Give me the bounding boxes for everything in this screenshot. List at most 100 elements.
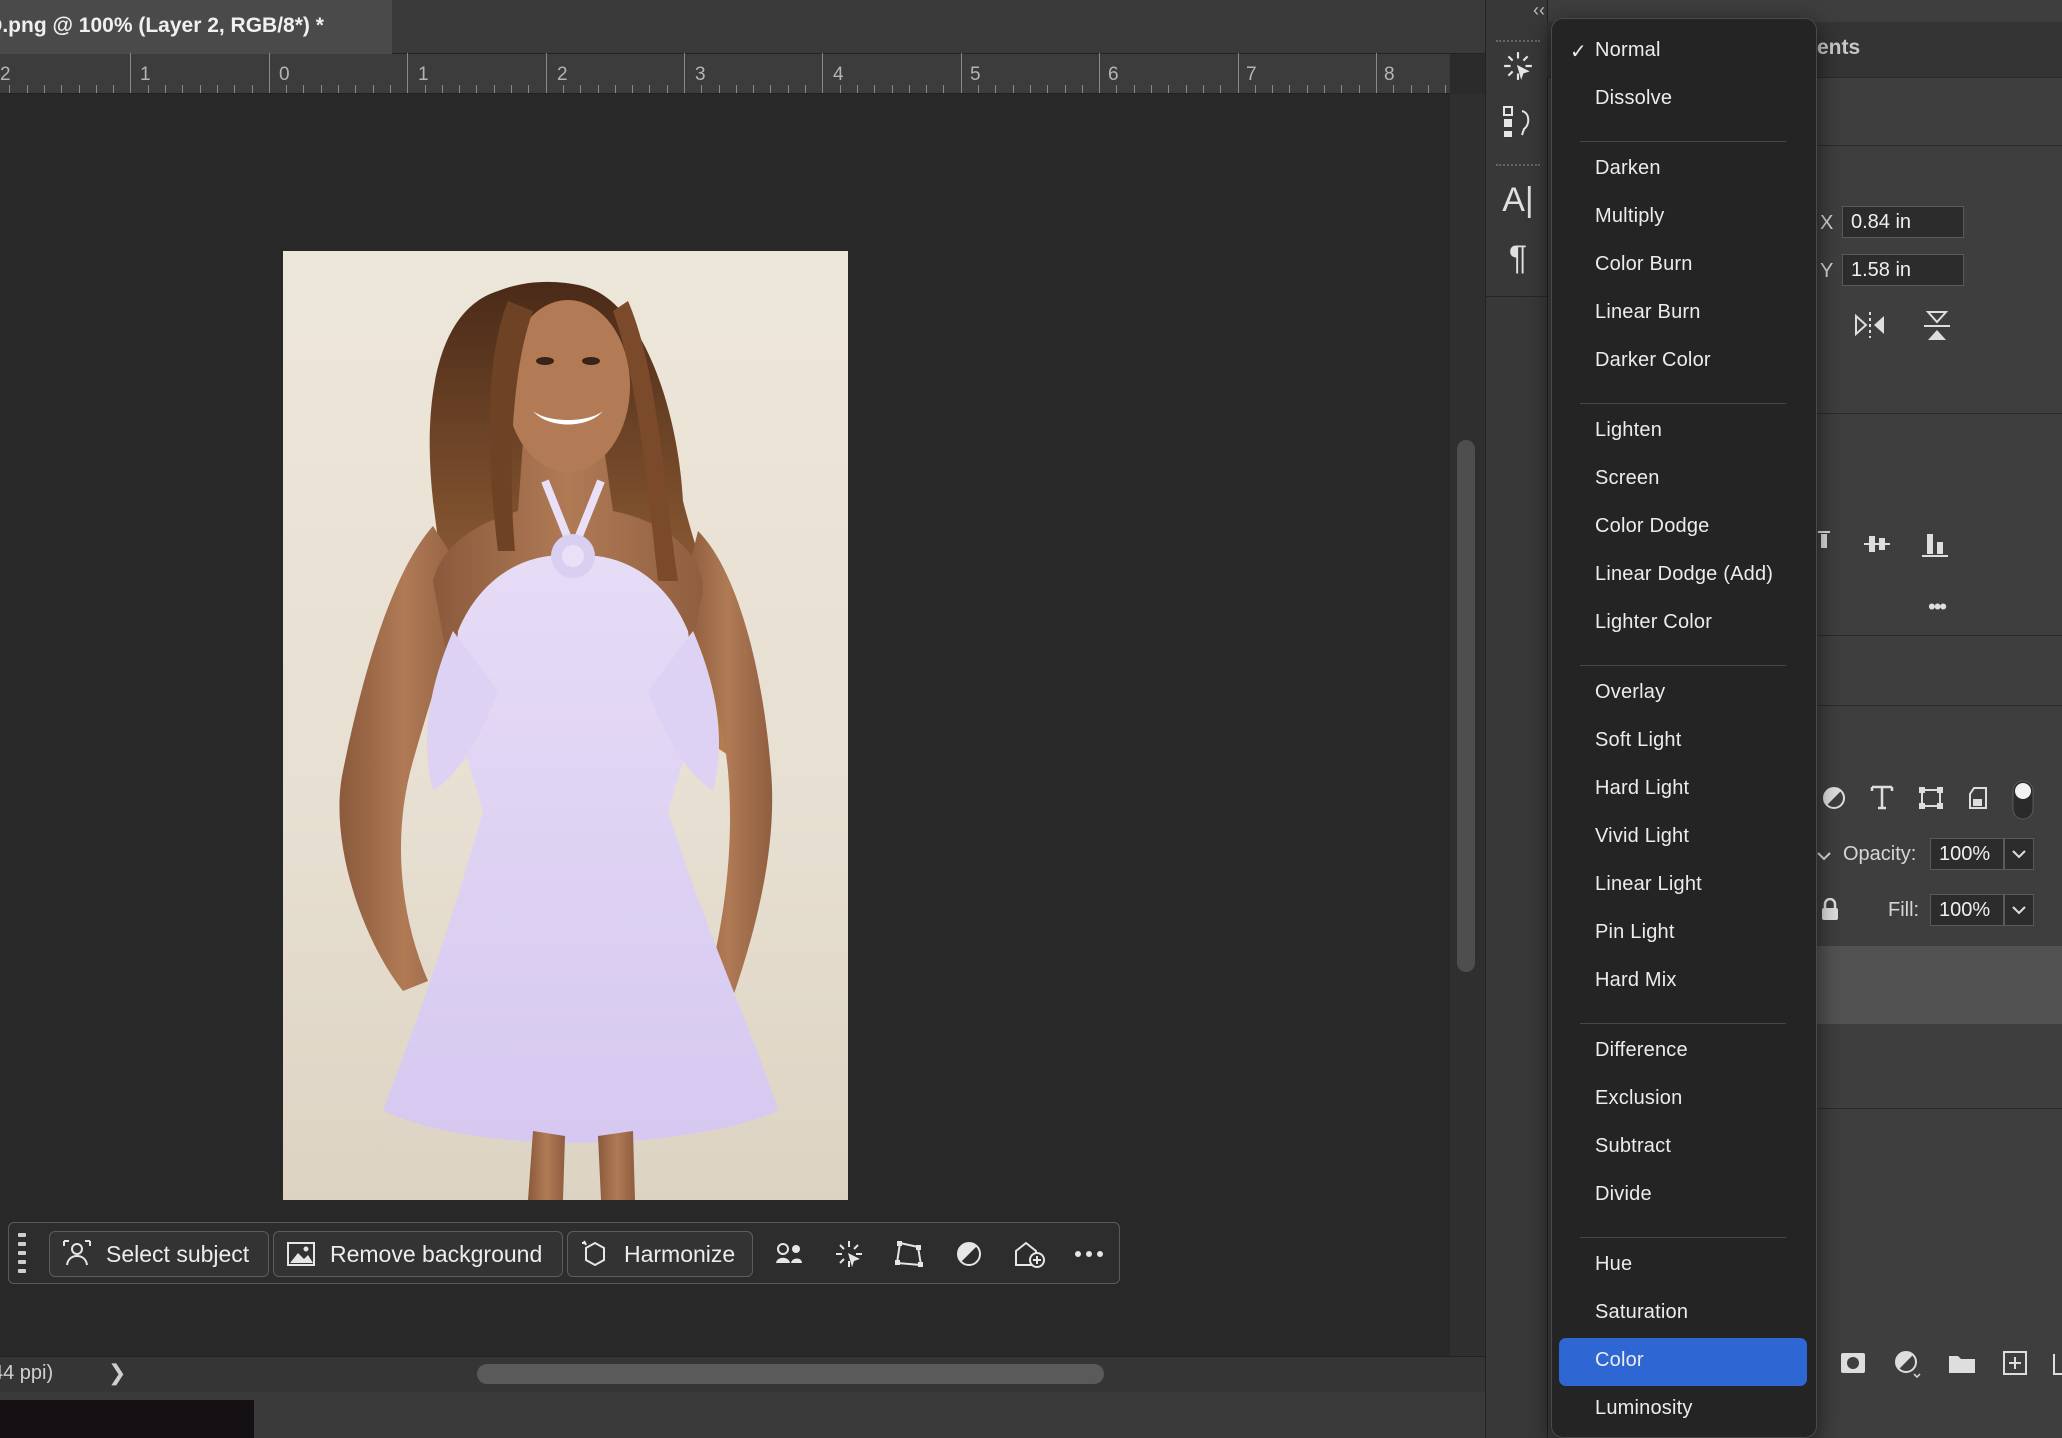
select-subject-button[interactable]: Select subject [49,1231,269,1277]
ruler-tick [892,85,893,93]
more-options-icon[interactable]: ••• [1928,594,1947,620]
new-layer-icon[interactable] [2002,1350,2028,1383]
filter-smart-object-icon[interactable] [1968,786,1990,817]
opacity-dropdown[interactable] [2004,838,2034,870]
sparkle-select-icon[interactable] [1500,48,1536,84]
ruler-tick [407,53,408,93]
collapse-panels-button[interactable]: ‹‹ [1533,0,1545,21]
ruler-tick [926,85,927,93]
blend-mode-pin-light[interactable]: Pin Light [1595,921,1675,944]
blend-mode-linear-light[interactable]: Linear Light [1595,873,1702,896]
character-icon[interactable]: A| [1500,181,1536,219]
history-icon[interactable] [1500,104,1536,140]
blend-mode-linear-dodge-add[interactable]: Linear Dodge (Add) [1595,563,1773,586]
ruler-tick [494,85,495,93]
ruler-tick [148,85,149,93]
ruler-tick [546,53,547,93]
blend-mode-subtract[interactable]: Subtract [1595,1135,1671,1158]
align-top-icon[interactable] [1818,530,1830,565]
adjustments-tab[interactable]: ents [1817,36,1860,60]
ruler-tick [9,85,10,93]
flip-vertical-icon[interactable] [1922,308,1952,351]
align-bottom-icon[interactable] [1920,530,1950,565]
ruler-tick [580,85,581,93]
vertical-scrollbar-thumb[interactable] [1457,440,1475,972]
opacity-field[interactable]: 100% [1930,838,2004,870]
panel-divider [1815,705,2062,706]
ruler-tick [667,85,668,93]
blend-mode-lighten[interactable]: Lighten [1595,419,1662,442]
new-group-icon[interactable] [1948,1352,1976,1381]
blend-mode-overlay[interactable]: Overlay [1595,681,1665,704]
blend-mode-hard-mix[interactable]: Hard Mix [1595,969,1677,992]
status-expand-arrow[interactable]: ❯ [108,1360,126,1386]
blend-mode-color[interactable]: Color [1595,1349,1644,1372]
harmonize-button[interactable]: Harmonize [567,1231,753,1277]
blend-mode-linear-burn[interactable]: Linear Burn [1595,301,1701,324]
blend-mode-dissolve[interactable]: Dissolve [1595,87,1672,110]
fill-dropdown[interactable] [2004,894,2034,926]
blend-mode-luminosity[interactable]: Luminosity [1595,1397,1693,1420]
drag-handle[interactable] [18,1233,26,1275]
blend-mode-chevron-icon[interactable] [1815,846,1833,867]
document-tab[interactable]: Q.png @ 100% (Layer 2, RGB/8*) * [0,0,392,54]
blend-mode-vivid-light[interactable]: Vivid Light [1595,825,1689,848]
more-icon[interactable] [1072,1237,1106,1271]
new-adjustment-layer-icon[interactable] [1894,1350,1922,1385]
filter-adjustment-icon[interactable] [1822,786,1846,817]
ruler-tick [1047,85,1048,93]
bottom-dark-region [0,1400,254,1438]
lock-icon[interactable] [1820,897,1840,929]
status-resolution-text: 44 ppi) [0,1362,54,1384]
blend-mode-divide[interactable]: Divide [1595,1183,1652,1206]
blend-mode-hue[interactable]: Hue [1595,1253,1632,1276]
blend-mode-darken[interactable]: Darken [1595,157,1661,180]
horizontal-scrollbar-thumb[interactable] [477,1364,1104,1384]
fill-field[interactable]: 100% [1930,894,2004,926]
ruler-tick [736,85,737,93]
remove-background-button[interactable]: Remove background [273,1231,563,1277]
align-vertical-center-icon[interactable] [1862,530,1892,565]
blend-mode-hard-light[interactable]: Hard Light [1595,777,1689,800]
ruler-tick [1324,85,1325,93]
blend-mode-color-burn[interactable]: Color Burn [1595,253,1693,276]
ruler-tick [459,85,460,93]
blend-mode-saturation[interactable]: Saturation [1595,1301,1688,1324]
filter-toggle-icon[interactable] [2012,780,2034,827]
blend-mode-soft-light[interactable]: Soft Light [1595,729,1682,752]
adjustment-icon[interactable] [952,1237,986,1271]
blend-mode-normal[interactable]: Normal [1595,39,1661,62]
panel-divider [1815,1108,2062,1109]
add-image-icon[interactable] [1012,1237,1046,1271]
ruler-tick [321,85,322,93]
transform-icon[interactable] [892,1237,926,1271]
flip-horizontal-icon[interactable] [1852,310,1888,347]
ruler-tick [1393,85,1394,93]
ruler-tick [857,85,858,93]
ruler-tick [61,85,62,93]
blend-mode-exclusion[interactable]: Exclusion [1595,1087,1682,1110]
ruler-tick [1116,85,1117,93]
delete-layer-icon[interactable] [2052,1350,2062,1383]
blend-mode-lighter-color[interactable]: Lighter Color [1595,611,1712,634]
ruler-tick [719,85,720,93]
add-mask-icon[interactable] [1840,1352,1866,1381]
blend-mode-screen[interactable]: Screen [1595,467,1660,490]
people-icon[interactable] [772,1237,806,1271]
blend-mode-multiply[interactable]: Multiply [1595,205,1664,228]
filter-shape-icon[interactable] [1918,786,1944,817]
ruler-tick [165,85,166,93]
magic-select-icon[interactable] [832,1237,866,1271]
paragraph-icon[interactable]: ¶ [1500,239,1536,277]
selected-layer-row[interactable] [1815,946,2062,1024]
y-position-field[interactable]: 1.58 in [1842,254,1964,286]
blend-mode-darker-color[interactable]: Darker Color [1595,349,1711,372]
x-position-field[interactable]: 0.84 in [1842,206,1964,238]
ruler-label: 6 [1108,64,1119,85]
blend-mode-color-dodge[interactable]: Color Dodge [1595,515,1710,538]
blend-mode-difference[interactable]: Difference [1595,1039,1688,1062]
ruler-tick [1359,85,1360,93]
opacity-label: Opacity: [1843,843,1917,865]
filter-type-icon[interactable] [1870,784,1894,817]
canvas-image-model-in-lavender-dress[interactable] [283,251,848,1200]
